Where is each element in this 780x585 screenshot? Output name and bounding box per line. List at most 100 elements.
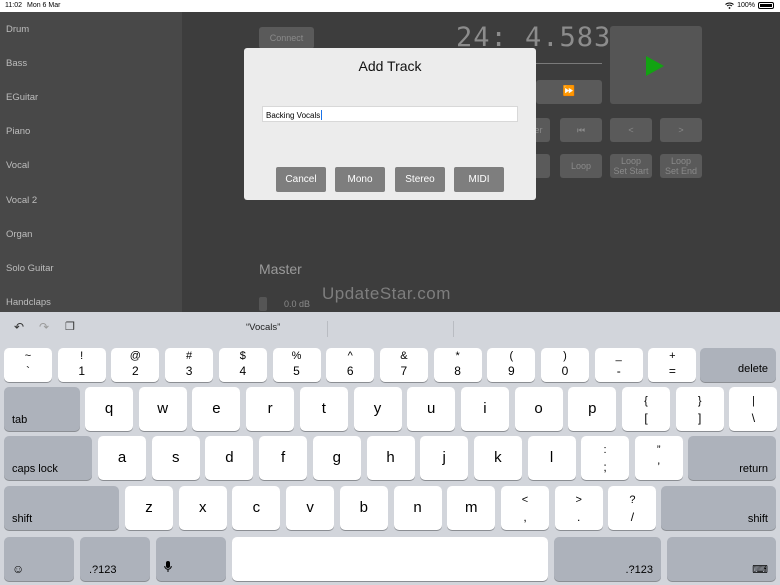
key-`[interactable]: ~ ` <box>4 348 52 382</box>
key-sym-1[interactable]: ”’ <box>634 436 683 480</box>
key-9[interactable]: (9 <box>487 348 536 382</box>
track-item[interactable]: Vocal 2 <box>6 195 37 206</box>
track-item[interactable]: Drum <box>6 24 29 35</box>
key-0[interactable]: ) 0 <box>541 348 589 382</box>
key-label: 7 <box>400 364 408 378</box>
track-item[interactable]: Bass <box>6 58 27 69</box>
key-label: f <box>281 449 286 466</box>
key-sym-0[interactable]: :; <box>581 436 629 480</box>
connect-button[interactable]: Connect <box>259 27 314 49</box>
key-sym-,[interactable]: <, <box>501 486 549 530</box>
numbers-key-left[interactable]: .?123 <box>80 537 150 581</box>
key-3[interactable]: #3 <box>165 348 214 382</box>
key-m[interactable]: m <box>447 486 496 530</box>
key-x[interactable]: x <box>178 486 227 530</box>
key-g[interactable]: g <box>312 436 361 480</box>
track-item[interactable]: Vocal <box>6 160 29 171</box>
key-][interactable]: }] <box>675 387 724 431</box>
track-item[interactable]: Handclaps <box>6 297 51 308</box>
key-j[interactable]: j <box>420 436 469 480</box>
space-key[interactable] <box>232 537 548 581</box>
key-sym-/[interactable]: ? / <box>608 486 657 530</box>
delete-key[interactable]: delete <box>700 348 776 382</box>
key-label: 0 <box>561 364 569 378</box>
key-label: ] <box>698 411 702 425</box>
key-u[interactable]: u <box>407 387 456 431</box>
key-c[interactable]: c <box>232 486 281 530</box>
return-key[interactable]: return <box>688 436 776 480</box>
next-button[interactable]: > <box>660 118 702 142</box>
battery-percent: 100% <box>737 2 755 9</box>
suggestion-divider <box>327 321 328 337</box>
key-f[interactable]: f <box>259 436 308 480</box>
key-o[interactable]: o <box>514 387 563 431</box>
wifi-icon <box>725 2 734 9</box>
key-label: ? <box>629 494 636 506</box>
key-2[interactable]: @2 <box>111 348 160 382</box>
numbers-key-right[interactable]: .?123 <box>554 537 661 581</box>
key-8[interactable]: * 8 <box>433 348 482 382</box>
midi-button[interactable]: MIDI <box>454 167 504 192</box>
key-z[interactable]: z <box>125 486 173 530</box>
key-n[interactable]: n <box>393 486 442 530</box>
numbers-key-label: .?123 <box>625 564 653 576</box>
key-6[interactable]: ^ 6 <box>326 348 375 382</box>
key-=[interactable]: + = <box>648 348 697 382</box>
play-button[interactable] <box>610 26 702 104</box>
key-sym-.[interactable]: >. <box>554 486 603 530</box>
fast-forward-button[interactable]: ⏩ <box>536 80 602 104</box>
key-q[interactable]: q <box>85 387 133 431</box>
play-icon <box>646 56 664 76</box>
key-v[interactable]: v <box>286 486 335 530</box>
stereo-button[interactable]: Stereo <box>395 167 445 192</box>
track-item[interactable]: EGuitar <box>6 92 38 103</box>
key-[[interactable]: {[ <box>622 387 670 431</box>
master-fader[interactable] <box>259 297 267 311</box>
tab-key[interactable]: tab <box>4 387 80 431</box>
key-label: j <box>442 449 446 466</box>
key-a[interactable]: a <box>98 436 146 480</box>
dictation-key[interactable] <box>156 537 226 581</box>
right-shift-key[interactable]: shift <box>661 486 776 530</box>
key-label: k <box>494 449 502 466</box>
key-l[interactable]: l <box>527 436 576 480</box>
paste-icon[interactable]: ❐ <box>65 320 75 333</box>
key-4[interactable]: $4 <box>218 348 267 382</box>
loop-button[interactable]: Loop <box>560 154 602 178</box>
key-1[interactable]: ! 1 <box>57 348 106 382</box>
autocorrect-suggestion[interactable]: “Vocals” <box>246 322 280 333</box>
key-w[interactable]: w <box>138 387 187 431</box>
key-r[interactable]: r <box>246 387 295 431</box>
left-shift-key[interactable]: shift <box>4 486 119 530</box>
loop-set-start-button[interactable]: Loop Set Start <box>610 154 652 178</box>
key-e[interactable]: e <box>192 387 241 431</box>
track-item[interactable]: Piano <box>6 126 30 137</box>
skip-back-button[interactable]: ⏮ <box>560 118 602 142</box>
key--[interactable]: _ - <box>594 348 643 382</box>
key-d[interactable]: d <box>205 436 254 480</box>
mono-button[interactable]: Mono <box>335 167 385 192</box>
key-t[interactable]: t <box>299 387 348 431</box>
undo-icon[interactable]: ↶ <box>14 320 24 334</box>
loop-set-end-button[interactable]: Loop Set End <box>660 154 702 178</box>
redo-icon[interactable]: ↷ <box>39 320 49 334</box>
key-b[interactable]: b <box>339 486 388 530</box>
track-item[interactable]: Solo Guitar <box>6 263 54 274</box>
key-s[interactable]: s <box>151 436 200 480</box>
key-5[interactable]: % 5 <box>272 348 321 382</box>
track-name-input[interactable]: Backing Vocals <box>262 106 518 122</box>
key-k[interactable]: k <box>473 436 522 480</box>
key-y[interactable]: y <box>353 387 402 431</box>
key-7[interactable]: & 7 <box>379 348 428 382</box>
key-i[interactable]: i <box>460 387 509 431</box>
key-h[interactable]: h <box>366 436 415 480</box>
caps-lock-key[interactable]: caps lock <box>4 436 92 480</box>
key-p[interactable]: p <box>568 387 617 431</box>
track-item[interactable]: Organ <box>6 229 32 240</box>
prev-button[interactable]: < <box>610 118 652 142</box>
emoji-key[interactable]: ☺ <box>4 537 74 581</box>
key-\[interactable]: | \ <box>729 387 778 431</box>
key-label: ` <box>26 364 30 378</box>
hide-keyboard-key[interactable]: ⌨ <box>667 537 776 581</box>
cancel-button[interactable]: Cancel <box>276 167 326 192</box>
